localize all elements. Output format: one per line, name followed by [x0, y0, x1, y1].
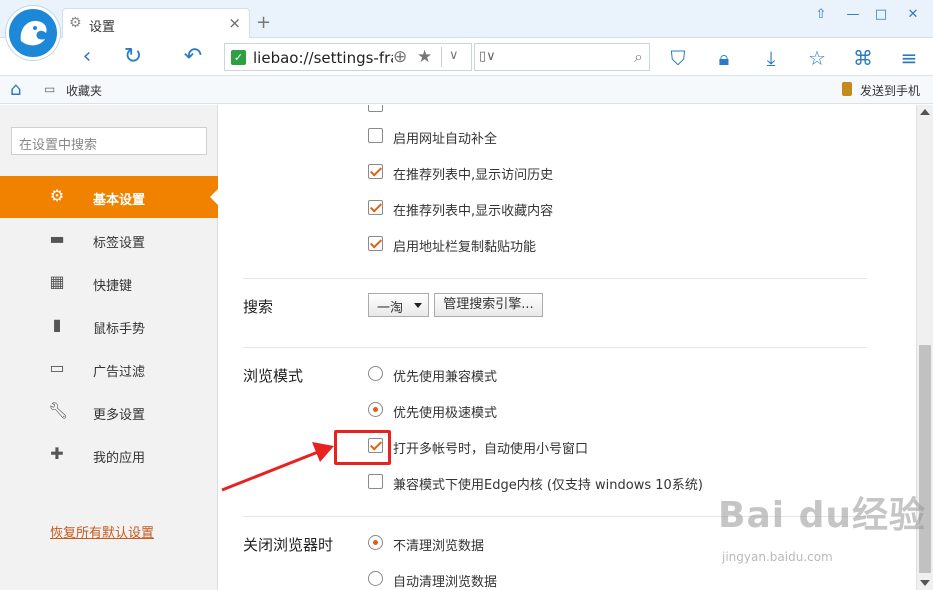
- new-tab-button[interactable]: +: [256, 12, 271, 33]
- sidebar-item-more[interactable]: 🔧︎ 更多设置: [0, 391, 218, 433]
- sidebar-item-label: 广告过滤: [93, 365, 146, 380]
- sidebar-item-label: 我的应用: [93, 451, 146, 466]
- radio[interactable]: [368, 571, 383, 586]
- option-label: 优先使用兼容模式: [393, 370, 498, 385]
- lock-icon[interactable]: 🔒︎: [710, 44, 738, 72]
- scroll-up-icon[interactable]: [920, 109, 930, 115]
- address-separator: [441, 47, 442, 67]
- option-label: 打开多帐号时，自动使用小号窗口: [393, 442, 589, 457]
- radio[interactable]: [368, 535, 383, 550]
- sidebar-item-shortcuts[interactable]: ▦ 快捷键: [0, 262, 218, 304]
- sidebar-item-tabs[interactable]: ▬ 标签设置: [0, 219, 218, 261]
- caret-down-icon: [414, 303, 422, 308]
- checkbox[interactable]: [368, 200, 383, 215]
- option-label: 兼容模式下使用Edge内核 (仅支持 windows 10系统): [393, 478, 703, 493]
- tab-close-icon[interactable]: ×: [228, 14, 241, 32]
- skin-icon[interactable]: ⇧: [808, 4, 834, 26]
- watermark-logo: Bai du经验: [718, 495, 927, 536]
- annotation-highlight-box: [334, 430, 391, 465]
- star-icon[interactable]: ☆: [803, 44, 831, 72]
- settings-search-input[interactable]: 在设置中搜索: [11, 127, 207, 155]
- sidebar-item-label: 基本设置: [93, 193, 146, 208]
- browser-logo-icon[interactable]: [6, 6, 60, 60]
- address-input[interactable]: liebao://settings-frame/: [253, 49, 393, 67]
- option-label: 自动清理浏览数据: [393, 575, 498, 590]
- home-icon[interactable]: ⌂: [10, 79, 21, 100]
- section-title-browse-mode: 浏览模式: [243, 367, 304, 385]
- sidebar-item-label: 快捷键: [93, 279, 133, 294]
- gear-icon: ⚙: [69, 15, 82, 31]
- sidebar-item-label: 标签设置: [93, 236, 146, 251]
- sidebar-item-ad-filter[interactable]: ▭ 广告过滤: [0, 348, 218, 390]
- radio[interactable]: [368, 366, 383, 381]
- restore-defaults-link[interactable]: 恢复所有默认设置: [50, 522, 154, 541]
- close-window-button[interactable]: ✕: [900, 4, 926, 26]
- checkbox[interactable]: [368, 128, 383, 143]
- tab-settings[interactable]: ⚙ 设置 ×: [62, 8, 250, 38]
- option-label: 在推荐列表中,显示收藏内容: [393, 204, 554, 219]
- section-divider: [243, 278, 867, 279]
- window-icon: ▭: [49, 358, 65, 377]
- navigation-bar: ‹ ↻ ↶ ✓ liebao://settings-frame/ ⊕ ★ ∨ ▯…: [0, 38, 933, 76]
- scroll-thumb[interactable]: [919, 345, 931, 573]
- address-bar[interactable]: ✓ liebao://settings-frame/ ⊕ ★ ∨: [224, 43, 472, 71]
- option-label: 在推荐列表中,显示访问历史: [393, 168, 554, 183]
- checkbox[interactable]: [368, 164, 383, 179]
- folder-icon: ▭: [44, 82, 56, 96]
- back-icon[interactable]: ‹: [74, 44, 100, 70]
- gear-icon: ⚙: [49, 186, 65, 205]
- scroll-down-icon[interactable]: [920, 580, 930, 586]
- manage-search-engines-button[interactable]: 管理搜索引擎...: [434, 293, 543, 317]
- keyboard-icon: ▦: [49, 272, 65, 291]
- sidebar-item-label: 鼠标手势: [93, 322, 146, 337]
- tab-title: 设置: [89, 20, 116, 35]
- secure-check-icon: ✓: [231, 50, 246, 65]
- bookmarks-folder[interactable]: 收藏夹: [66, 82, 102, 99]
- puzzle-icon: ✚: [50, 444, 64, 463]
- bookmarks-bar: ⌂ ▭ 收藏夹 发送到手机: [0, 76, 933, 104]
- sidebar-item-basic[interactable]: ⚙ 基本设置: [0, 176, 218, 218]
- checkbox[interactable]: [368, 236, 383, 251]
- section-title-on-close: 关闭浏览器时: [243, 536, 334, 554]
- settings-sidebar: 在设置中搜索 ⚙ 基本设置 ▬ 标签设置 ▦ 快捷键 ▮ 鼠标手势 ▭ 广告过滤…: [0, 105, 218, 590]
- sidebar-item-apps[interactable]: ✚ 我的应用: [0, 434, 218, 476]
- search-icon[interactable]: ⌕: [634, 47, 643, 67]
- extension-icon[interactable]: ⊕: [393, 47, 407, 67]
- document-icon[interactable]: ▯∨: [479, 49, 496, 64]
- mouse-icon: ▮: [52, 315, 62, 334]
- section-title-search: 搜索: [243, 298, 274, 316]
- favorite-star-icon[interactable]: ★: [417, 47, 432, 67]
- send-to-phone-button[interactable]: 发送到手机: [860, 82, 920, 99]
- section-divider: [243, 347, 867, 348]
- chevron-down-icon[interactable]: ∨: [449, 48, 459, 63]
- search-box[interactable]: ▯∨ ⌕: [474, 43, 650, 71]
- undo-icon[interactable]: ↶: [180, 44, 206, 70]
- checkbox[interactable]: [368, 105, 383, 112]
- option-label: 不清理浏览数据: [393, 539, 485, 554]
- watermark-url: jingyan.baidu.com: [722, 550, 833, 564]
- shield-icon[interactable]: ⛉: [664, 44, 692, 72]
- option-label: 优先使用极速模式: [393, 406, 498, 421]
- title-bar: ⚙ 设置 × + ⇧ — □ ✕: [0, 0, 933, 38]
- download-icon[interactable]: ⤓: [757, 44, 785, 72]
- phone-icon: [842, 82, 852, 96]
- tab-icon: ▬: [49, 229, 65, 248]
- minimize-button[interactable]: —: [840, 4, 866, 26]
- option-label: 启用网址自动补全: [393, 132, 498, 147]
- select-value: 一淘: [377, 301, 404, 316]
- maximize-button[interactable]: □: [868, 4, 894, 26]
- radio[interactable]: [368, 402, 383, 417]
- refresh-icon[interactable]: ↻: [120, 44, 146, 70]
- wrench-icon: 🔧︎: [48, 401, 69, 420]
- gamepad-icon[interactable]: ⌘: [849, 44, 877, 72]
- checkbox[interactable]: [368, 474, 383, 489]
- option-label: 启用地址栏复制黏贴功能: [393, 240, 537, 255]
- search-engine-select[interactable]: 一淘: [368, 293, 429, 317]
- menu-icon[interactable]: ≡: [895, 44, 923, 72]
- sidebar-item-label: 更多设置: [93, 408, 146, 423]
- sidebar-item-mouse-gestures[interactable]: ▮ 鼠标手势: [0, 305, 218, 347]
